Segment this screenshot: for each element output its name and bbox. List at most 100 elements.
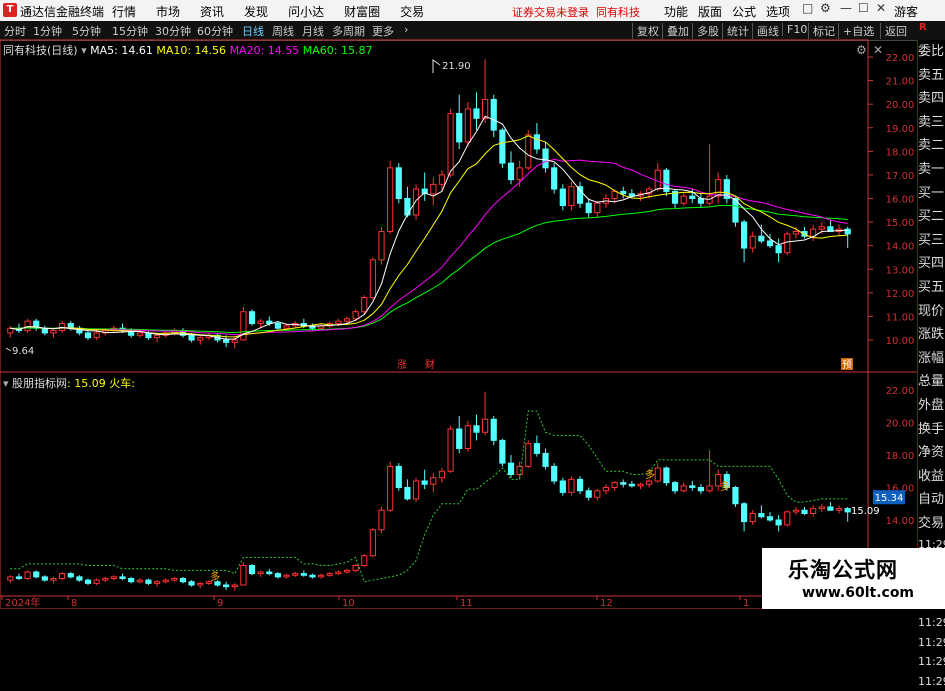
price-candle <box>542 148 549 169</box>
indicator-tick-label: 20.00 <box>886 419 915 430</box>
indicator-candle <box>456 428 463 449</box>
side-panel-item[interactable]: 换手 <box>918 418 945 442</box>
indicator-candle <box>602 487 610 492</box>
side-panel-item[interactable]: 11:29 <box>918 613 945 633</box>
indicator-candle <box>162 579 169 583</box>
indicator-candle <box>7 576 14 581</box>
side-panel-item[interactable]: 总量 <box>918 370 945 394</box>
indicator-candle <box>93 579 100 584</box>
indicator-candle <box>438 470 446 479</box>
indicator-candle <box>15 576 23 579</box>
price-candle <box>551 167 558 190</box>
indicator-candle <box>818 506 825 510</box>
price-candle <box>559 188 566 207</box>
high-price-label: 21.90 <box>442 61 471 72</box>
indicator-candle <box>525 443 532 467</box>
price-candle <box>438 174 446 185</box>
side-panel-item[interactable]: 买三 <box>918 229 945 253</box>
indicator-candle <box>119 576 126 579</box>
side-panel-item[interactable]: 净资 <box>918 441 945 465</box>
price-candle <box>343 318 351 322</box>
side-panel-item[interactable]: 收益 <box>918 465 945 489</box>
side-panel-item[interactable]: 卖二 <box>918 134 945 158</box>
indicator-candle <box>741 503 748 523</box>
high-marker <box>432 59 441 73</box>
indicator-tick-label: 18.00 <box>886 451 915 462</box>
indicator-name: 股朋指标网 <box>12 377 68 390</box>
r-label: R <box>919 22 927 33</box>
side-panel-item[interactable]: 买一 <box>918 182 945 206</box>
indicator-candle <box>680 485 687 492</box>
indicator-candle <box>59 573 66 579</box>
stop-line <box>10 410 848 583</box>
indicator-candle <box>758 513 765 518</box>
side-panel-item[interactable]: 现价 <box>918 300 945 324</box>
indicator-candle <box>266 571 273 575</box>
price-candle <box>197 337 204 341</box>
side-panel-item[interactable]: 卖一 <box>918 158 945 182</box>
chevron-down-icon[interactable]: ▾ <box>3 377 9 390</box>
side-panel-item[interactable]: 涨跌 <box>918 323 945 347</box>
side-panel-item[interactable]: 外盘 <box>918 394 945 418</box>
price-candle <box>611 190 618 200</box>
side-panel-item[interactable]: 买二 <box>918 205 945 229</box>
side-panel-item[interactable]: 买四 <box>918 252 945 276</box>
side-panel-item[interactable]: 卖三 <box>918 111 945 135</box>
price-candle <box>84 332 92 339</box>
indicator-candle <box>110 576 117 579</box>
side-panel-item[interactable]: 11:29 <box>918 672 945 691</box>
price-candle <box>387 167 394 233</box>
side-panel-item[interactable]: 自动 <box>918 488 945 512</box>
side-panel-item[interactable]: 涨幅 <box>918 347 945 371</box>
indicator-candle <box>594 490 601 498</box>
side-panel-item[interactable]: 11:29 <box>918 633 945 653</box>
side-panel-item[interactable]: 卖五 <box>918 64 945 88</box>
price-candle <box>352 311 359 320</box>
price-candle <box>361 297 368 313</box>
side-panel-item[interactable]: 委比 <box>918 40 945 64</box>
price-tick-label: 12.00 <box>886 289 915 300</box>
indicator-label: 火车: <box>109 377 135 390</box>
ma-legend: 同有科技(日线) ▾ MA5: 14.61 MA10: 14.56 MA20: … <box>3 42 373 58</box>
indicator-candle <box>611 482 618 488</box>
price-tick-label: 22.00 <box>886 53 915 64</box>
indicator-candle <box>844 508 851 513</box>
gear-icon[interactable]: ⚙ <box>856 43 867 57</box>
price-tick-label: 15.00 <box>886 218 915 229</box>
side-panel: 委比 卖五 卖四 卖三 卖二 卖一 买一 买二 买三 买四 买五 现价 涨跌 涨幅 总量 外盘 换手 净资 收益 自动… <box>917 40 945 688</box>
price-candle <box>689 195 696 199</box>
indicator-candle <box>136 579 143 583</box>
price-candle <box>231 339 238 343</box>
kline-chart[interactable]: 22.00 21.00 20.00 19.00 18.00 17.00 16.00 15.00… <box>0 0 945 609</box>
side-panel-item[interactable]: 11:29 <box>918 652 945 672</box>
indicator-candle <box>283 574 290 578</box>
signal-tag: 多 <box>720 480 730 493</box>
side-panel-item[interactable]: 买五 <box>918 276 945 300</box>
price-candle <box>404 198 411 216</box>
price-candle <box>594 202 601 214</box>
indicator-candle <box>378 509 385 531</box>
indicator-candle <box>231 584 238 588</box>
indicator-candle <box>697 487 705 492</box>
forecast-tag: 预 <box>842 359 852 371</box>
indicator-candle <box>810 508 817 514</box>
side-panel-item[interactable]: 卖四 <box>918 87 945 111</box>
price-candle <box>473 108 480 119</box>
indicator-candle <box>637 483 644 487</box>
price-candle <box>775 245 782 254</box>
watermark-url: www.60lt.com <box>802 585 915 601</box>
date-label: 1 <box>743 598 749 609</box>
indicator-candle <box>145 579 152 584</box>
indicator-candle <box>689 485 696 488</box>
indicator-candle <box>309 574 316 578</box>
indicator-candle <box>835 508 843 511</box>
indicator-candle <box>568 478 575 493</box>
close-icon[interactable]: ✕ <box>873 43 883 57</box>
side-panel-item[interactable]: 交易 <box>918 512 945 536</box>
watermark-title: 乐淘公式网 <box>788 558 898 582</box>
chevron-down-icon[interactable]: ▾ <box>81 44 87 57</box>
price-candle <box>447 113 454 176</box>
date-label: 12 <box>600 598 613 609</box>
indicator-candle <box>248 565 256 575</box>
indicator-candle <box>197 582 204 586</box>
